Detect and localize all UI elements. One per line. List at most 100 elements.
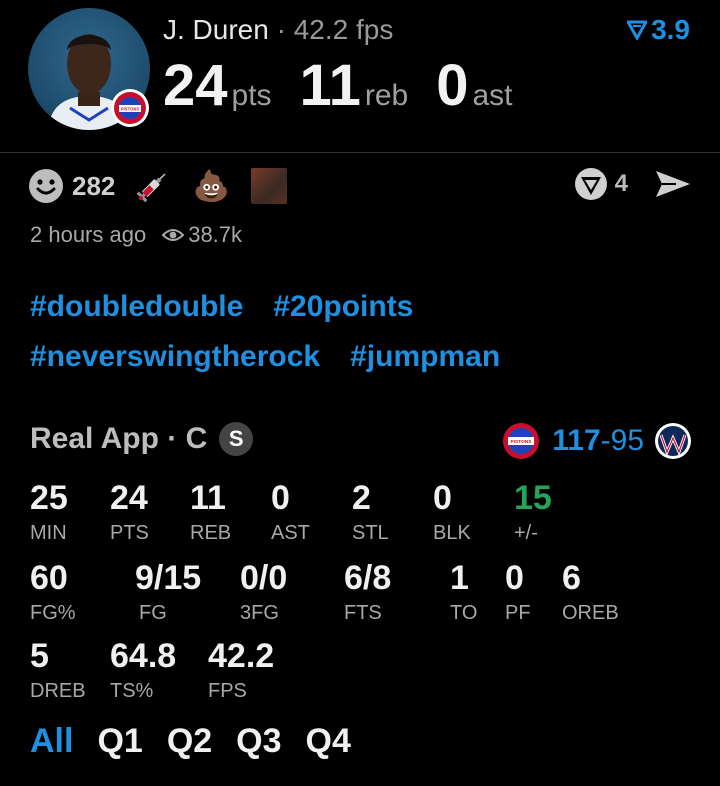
stat-label: FTS xyxy=(344,602,382,624)
stat-plus-minus: 15 +/- xyxy=(514,480,552,545)
view-count: 38.7k xyxy=(188,222,243,247)
stat-reb: 11 REB xyxy=(190,480,231,545)
stat-label: FG xyxy=(139,602,167,624)
ratio-arrow-icon xyxy=(627,20,648,40)
stat-label: BLK xyxy=(433,522,471,544)
stat-value: 6 xyxy=(562,559,581,597)
stat-value: 25 xyxy=(30,479,68,517)
stat-label: FPS xyxy=(208,680,247,702)
share-send-icon[interactable] xyxy=(654,168,692,200)
away-score: -95 xyxy=(600,424,644,457)
triangle-count: 4 xyxy=(614,170,628,197)
stat-dreb: 5 DREB xyxy=(30,638,86,703)
pistons-logo: PISTONS xyxy=(502,422,540,460)
triangle-reaction-icon[interactable] xyxy=(573,166,609,202)
stat-label: PF xyxy=(505,602,531,624)
stat-label: +/- xyxy=(514,522,538,544)
stat-value: 11 xyxy=(190,479,226,517)
headline-pts-value: 24 xyxy=(163,53,228,118)
hashtag-jumpman[interactable]: #jumpman xyxy=(350,340,500,374)
stat-value: 9/15 xyxy=(135,559,202,597)
headline-ast-value: 0 xyxy=(436,53,469,118)
home-score: 117 xyxy=(552,424,601,457)
eye-icon xyxy=(162,229,185,241)
poop-reaction-icon[interactable]: 💩 xyxy=(191,166,231,206)
stat-value: 64.8 xyxy=(110,637,177,675)
ratio-value: 3.9 xyxy=(651,14,690,45)
tab-q4[interactable]: Q4 xyxy=(306,722,351,761)
reactions-row: 282 💩 xyxy=(28,166,288,206)
stat-label: DREB xyxy=(30,680,86,702)
wizards-logo-icon xyxy=(655,423,691,459)
stat-label: PTS xyxy=(110,522,149,544)
syringe-reaction-icon[interactable] xyxy=(133,166,173,206)
smile-count: 282 xyxy=(72,170,116,201)
starter-badge: S xyxy=(219,422,254,456)
game-score[interactable]: PISTONS 117 -95 xyxy=(502,422,692,460)
tab-q1[interactable]: Q1 xyxy=(97,722,142,761)
headline-reb-value: 11 xyxy=(299,53,361,118)
image-reaction-icon[interactable] xyxy=(251,168,288,204)
hashtag-doubledouble[interactable]: #doubledouble xyxy=(30,290,243,324)
tab-q2[interactable]: Q2 xyxy=(167,722,212,761)
post-meta: 2 hours ago 38.7k xyxy=(30,222,242,248)
stat-fg-pct: 60 FG% xyxy=(30,560,76,625)
stat-fts: 6/8 FTS xyxy=(344,560,391,625)
tab-q3[interactable]: Q3 xyxy=(236,722,281,761)
stat-ast: 0 AST xyxy=(271,480,310,545)
stat-ts-pct: 64.8 TS% xyxy=(110,638,176,703)
separator-dot: · xyxy=(268,14,294,45)
stat-label: REB xyxy=(190,522,232,544)
stat-value: 60 xyxy=(30,559,68,597)
hashtags: #doubledouble #20points #neverswingtheroc… xyxy=(30,290,690,390)
stat-pf: 0 PF xyxy=(505,560,531,625)
hashtag-20points[interactable]: #20points xyxy=(273,290,413,324)
player-name[interactable]: J. Duren xyxy=(163,14,269,45)
stat-value: 0/0 xyxy=(240,559,288,597)
stat-value: 0 xyxy=(505,559,524,597)
pistons-logo-icon: PISTONS xyxy=(114,92,146,124)
tab-all[interactable]: All xyxy=(30,722,73,761)
stat-value: 24 xyxy=(110,479,148,517)
smile-reaction-icon[interactable] xyxy=(28,168,64,204)
svg-text:PISTONS: PISTONS xyxy=(121,107,140,112)
pistons-logo-badge: PISTONS xyxy=(111,89,149,127)
views: 38.7k xyxy=(162,222,242,248)
stat-label: 3FG xyxy=(240,602,279,624)
headline-pts-unit: pts xyxy=(231,79,272,112)
stat-label: FG% xyxy=(30,602,76,624)
post-actions: 4 xyxy=(573,166,692,202)
header-divider xyxy=(0,152,720,153)
stat-value: 5 xyxy=(30,637,49,675)
headline-reb-unit: reb xyxy=(364,79,409,112)
stat-label: OREB xyxy=(562,602,619,624)
stat-value: 0 xyxy=(433,479,452,517)
syringe-icon xyxy=(137,173,166,203)
game-info: Real App · C S xyxy=(30,422,254,456)
pistons-logo-icon: PISTONS xyxy=(503,423,540,459)
stat-to: 1 TO xyxy=(450,560,477,625)
stat-value: 6/8 xyxy=(344,559,392,597)
headline-ast-unit: ast xyxy=(472,79,513,112)
hashtag-neverswingtherock[interactable]: #neverswingtherock xyxy=(30,340,320,374)
stat-3fg: 0/0 3FG xyxy=(240,560,287,625)
stat-stl: 2 STL xyxy=(352,480,389,545)
ratio-indicator[interactable]: 3.9 xyxy=(627,14,690,46)
stat-label: AST xyxy=(271,522,310,544)
player-name-line: J. Duren · 42.2 fps xyxy=(163,14,393,46)
post-time: 2 hours ago xyxy=(30,222,147,247)
stat-pts: 24 PTS xyxy=(110,480,149,545)
wizards-logo xyxy=(654,422,692,460)
stat-value: 1 xyxy=(450,559,469,597)
stat-value: 0 xyxy=(271,479,290,517)
stat-value: 42.2 xyxy=(208,637,275,675)
svg-text:PISTONS: PISTONS xyxy=(511,439,533,445)
stat-label: TS% xyxy=(110,680,154,702)
stat-min: 25 MIN xyxy=(30,480,68,545)
poop-emoji: 💩 xyxy=(192,169,231,203)
stat-label: STL xyxy=(352,522,389,544)
stat-label: TO xyxy=(450,602,478,624)
stat-fg: 9/15 FG xyxy=(135,560,201,625)
stat-blk: 0 BLK xyxy=(433,480,471,545)
quarter-tabs: All Q1 Q2 Q3 Q4 xyxy=(30,722,375,761)
